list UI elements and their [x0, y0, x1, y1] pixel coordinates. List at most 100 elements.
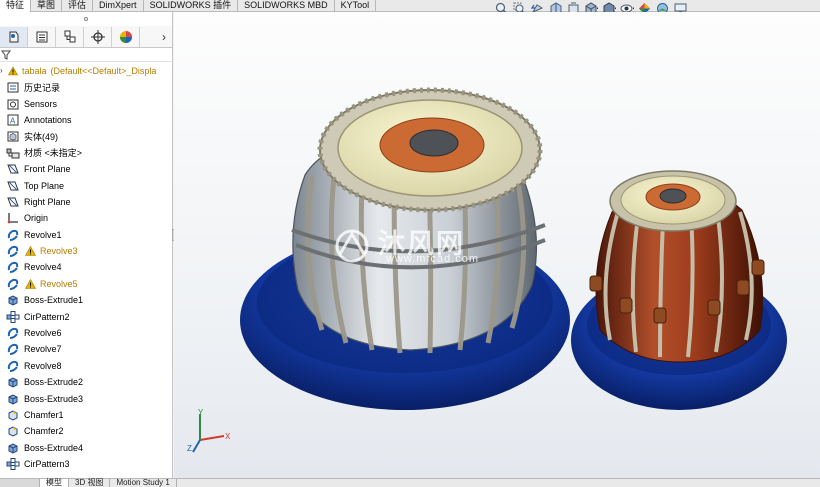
- tree-item-label: CirPattern3: [24, 459, 70, 470]
- warning-icon: [24, 246, 36, 257]
- extrude-icon: [6, 294, 20, 307]
- tree-item-label: Right Plane: [24, 196, 71, 207]
- manager-tabs: ›: [0, 26, 172, 48]
- expand-arrow-icon[interactable]: ›: [0, 66, 8, 75]
- tree-item[interactable]: Top Plane: [0, 177, 172, 193]
- tree-item-label: Revolve5: [40, 278, 78, 289]
- tree-item-label: Chamfer2: [24, 426, 64, 437]
- tree-item[interactable]: CirPattern3: [0, 456, 172, 472]
- tab-evaluate[interactable]: 评估: [62, 0, 94, 12]
- revolve-icon: [6, 245, 20, 258]
- configuration-manager-icon: [64, 30, 75, 42]
- triad-z-label: Z: [187, 444, 192, 453]
- tree-item-label: Revolve3: [40, 246, 78, 257]
- tree-item[interactable]: Revolve7: [0, 341, 172, 357]
- display-manager-icon: [119, 30, 132, 43]
- chamfer-icon: [6, 409, 20, 422]
- extrude-icon: [6, 376, 20, 389]
- tree-item-label: Revolve1: [24, 229, 62, 240]
- filter-icon: [1, 50, 11, 60]
- svg-text:A: A: [10, 116, 16, 125]
- small-drum-center-spot: [659, 188, 687, 204]
- tree-item-label: Sensors: [24, 98, 58, 109]
- tree-item-label: Boss-Extrude4: [24, 442, 84, 453]
- property-manager-tab[interactable]: [28, 26, 56, 47]
- tree-item[interactable]: A Annotations: [0, 112, 172, 128]
- panel-grip[interactable]: [0, 12, 172, 26]
- graphics-area[interactable]: X Y Z: [174, 12, 820, 478]
- warning-icon: [8, 65, 18, 75]
- tree-item[interactable]: Revolve4: [0, 259, 172, 275]
- tab-sketch[interactable]: 草图: [31, 0, 63, 12]
- extrude-icon: [6, 392, 20, 405]
- dimxpert-manager-icon: [90, 29, 105, 44]
- tree-item[interactable]: 实体(49): [0, 128, 172, 144]
- tree-item[interactable]: Boss-Extrude1: [0, 292, 172, 308]
- tree-item[interactable]: CirPattern2: [0, 308, 172, 324]
- tree-item[interactable]: Revolve5: [0, 276, 172, 292]
- tree-item[interactable]: Sensors: [0, 95, 172, 111]
- tab-kytool[interactable]: KYTool: [335, 0, 377, 12]
- tree-item-label: Boss-Extrude2: [24, 377, 84, 388]
- feature-manager-panel: › › tabala (Default<<Default>_Displa 历史记…: [0, 12, 173, 478]
- tree-item[interactable]: Right Plane: [0, 194, 172, 210]
- tree-item-label: Origin: [24, 213, 49, 224]
- large-drum-center-spot: [409, 129, 459, 157]
- tree-item[interactable]: Boss-Extrude4: [0, 440, 172, 456]
- chamfer-icon: [6, 425, 20, 438]
- tree-item[interactable]: Origin: [0, 210, 172, 226]
- tree-root[interactable]: › tabala (Default<<Default>_Displa: [0, 62, 172, 79]
- orientation-triad: [192, 414, 225, 453]
- plane-icon: [6, 179, 20, 192]
- tab-3d-views[interactable]: 3D 视图: [69, 479, 111, 487]
- tree-item[interactable]: Boss-Extrude3: [0, 390, 172, 406]
- configuration-manager-tab[interactable]: [56, 26, 84, 47]
- tree-item-label: Revolve4: [24, 262, 62, 273]
- origin-icon: [6, 212, 20, 225]
- tree-item[interactable]: Revolve6: [0, 325, 172, 341]
- tree-item-label: Top Plane: [24, 180, 65, 191]
- tab-motion-study[interactable]: Motion Study 1: [110, 479, 177, 487]
- tree-item[interactable]: Revolve8: [0, 358, 172, 374]
- watermark-logo-icon: [335, 229, 369, 263]
- tree-filter[interactable]: [0, 48, 172, 62]
- circular-pattern-icon: [6, 458, 20, 471]
- watermark-url: www.mfcad.com: [386, 253, 480, 265]
- chevron-right-icon[interactable]: ›: [156, 30, 172, 44]
- small-drum-dayan[interactable]: [571, 170, 787, 410]
- tab-solidworks-mbd[interactable]: SOLIDWORKS MBD: [238, 0, 335, 12]
- property-manager-icon: [36, 31, 47, 42]
- command-manager-tabs: 特征 草图 评估 DimXpert SOLIDWORKS 插件 SOLIDWOR…: [0, 0, 820, 12]
- material-icon: [6, 146, 20, 159]
- dimxpert-manager-tab[interactable]: [84, 26, 112, 47]
- tree-item[interactable]: Revolve3: [0, 243, 172, 259]
- tab-dimxpert[interactable]: DimXpert: [93, 0, 144, 12]
- display-manager-tab[interactable]: [112, 26, 140, 47]
- plane-icon: [6, 195, 20, 208]
- tree-item[interactable]: Front Plane: [0, 161, 172, 177]
- tab-scroll-arrows[interactable]: [0, 479, 40, 487]
- model-view: [192, 87, 787, 453]
- tree-item[interactable]: 历史记录: [0, 79, 172, 95]
- feature-manager-tab[interactable]: [0, 26, 28, 47]
- tab-model[interactable]: 模型: [40, 479, 69, 487]
- tree-item[interactable]: Chamfer2: [0, 423, 172, 439]
- revolve-icon: [6, 228, 20, 241]
- annotations-icon: A: [6, 113, 20, 126]
- tab-features[interactable]: 特征: [0, 0, 32, 12]
- tree-item-label: Annotations: [24, 114, 72, 125]
- revolve-icon: [6, 261, 20, 274]
- tree-item[interactable]: Chamfer1: [0, 407, 172, 423]
- configuration-name: (Default<<Default>_Displa: [50, 65, 157, 76]
- warning-icon: [24, 278, 36, 289]
- tree-item[interactable]: 材质 <未指定>: [0, 145, 172, 161]
- tree-item[interactable]: Revolve1: [0, 227, 172, 243]
- bottom-tabs: 模型 3D 视图 Motion Study 1: [0, 478, 820, 487]
- tab-solidworks-addins[interactable]: SOLIDWORKS 插件: [144, 0, 239, 12]
- feature-manager-icon: [9, 31, 18, 42]
- tree-item-label: Revolve6: [24, 328, 62, 339]
- tree-item-label: Chamfer1: [24, 410, 64, 420]
- tree-item[interactable]: Boss-Extrude2: [0, 374, 172, 390]
- plane-icon: [6, 163, 20, 176]
- tree-item-label: 材质 <未指定>: [24, 148, 83, 159]
